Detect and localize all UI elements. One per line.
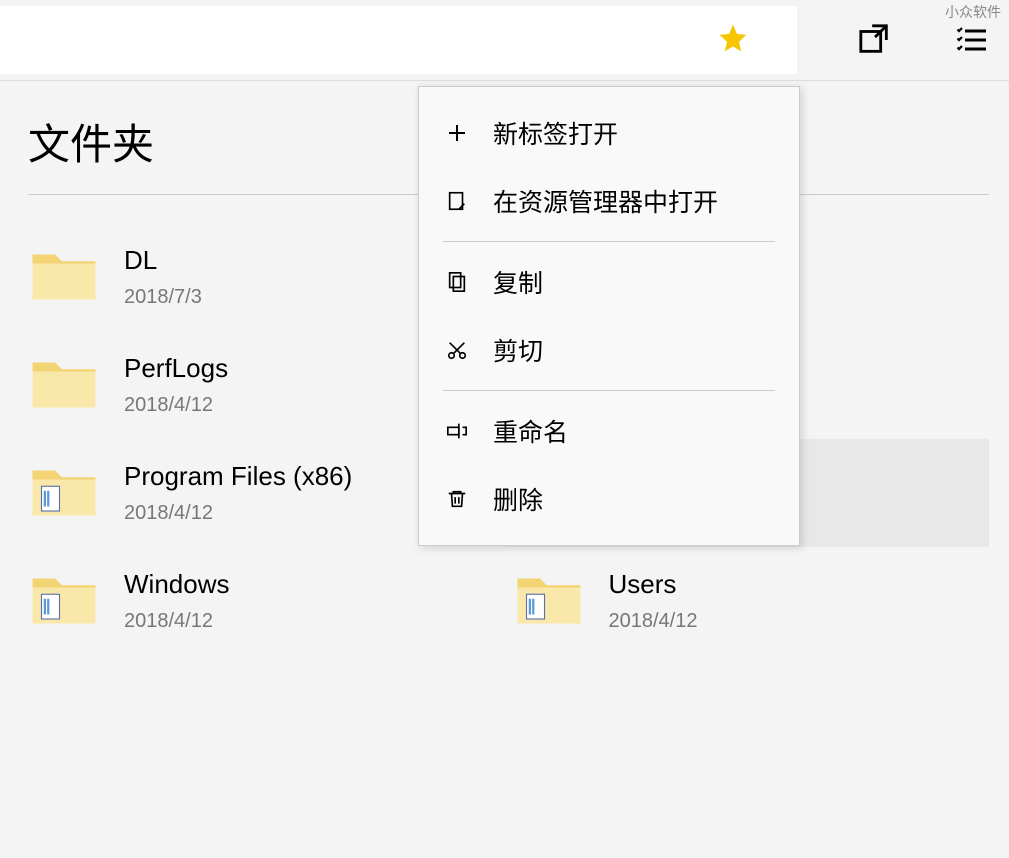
copy-icon xyxy=(443,268,471,296)
folder-date: 2018/4/12 xyxy=(609,610,698,633)
menu-label: 剪切 xyxy=(493,332,543,368)
context-menu: 新标签打开 在资源管理器中打开 复制 剪切 xyxy=(418,86,800,546)
folder-name: Users xyxy=(609,569,698,600)
explorer-icon xyxy=(443,187,471,215)
watermark-text: 小众软件 xyxy=(945,2,1001,22)
menu-divider xyxy=(443,390,775,391)
plus-icon xyxy=(443,119,471,147)
rename-icon xyxy=(443,417,471,445)
folder-info: Users 2018/4/12 xyxy=(609,569,698,633)
folder-info: DL 2018/7/3 xyxy=(124,245,202,309)
menu-open-explorer[interactable]: 在资源管理器中打开 xyxy=(419,167,799,235)
menu-label: 在资源管理器中打开 xyxy=(493,183,718,219)
folder-name: DL xyxy=(124,245,202,276)
cut-icon xyxy=(443,336,471,364)
folder-icon xyxy=(28,241,100,313)
menu-label: 删除 xyxy=(493,481,543,517)
folder-date: 2018/4/12 xyxy=(124,610,229,633)
folder-icon xyxy=(28,349,100,421)
folder-date: 2018/4/12 xyxy=(124,394,228,417)
menu-copy[interactable]: 复制 xyxy=(419,248,799,316)
folder-item[interactable]: Windows 2018/4/12 xyxy=(20,547,505,655)
folder-icon xyxy=(513,565,585,637)
folder-date: 2018/7/3 xyxy=(124,286,202,309)
folder-info: Windows 2018/4/12 xyxy=(124,569,229,633)
folder-icon xyxy=(28,565,100,637)
menu-new-tab[interactable]: 新标签打开 xyxy=(419,99,799,167)
menu-rename[interactable]: 重命名 xyxy=(419,397,799,465)
menu-divider xyxy=(443,241,775,242)
open-new-window-icon[interactable] xyxy=(857,22,893,58)
favorite-star-icon[interactable] xyxy=(717,22,749,54)
folder-icon xyxy=(28,457,100,529)
folder-name: Program Files (x86) xyxy=(124,461,352,492)
folder-name: Windows xyxy=(124,569,229,600)
folder-item[interactable]: Users 2018/4/12 xyxy=(505,547,990,655)
menu-label: 复制 xyxy=(493,264,543,300)
trash-icon xyxy=(443,485,471,513)
menu-delete[interactable]: 删除 xyxy=(419,465,799,533)
menu-label: 新标签打开 xyxy=(493,115,618,151)
address-input[interactable] xyxy=(0,6,797,74)
folder-name: PerfLogs xyxy=(124,353,228,384)
menu-list-icon[interactable] xyxy=(953,22,989,58)
folder-info: Program Files (x86) 2018/4/12 xyxy=(124,461,352,525)
menu-cut[interactable]: 剪切 xyxy=(419,316,799,384)
menu-label: 重命名 xyxy=(493,413,568,449)
top-bar: 小众软件 xyxy=(0,0,1009,80)
folder-info: PerfLogs 2018/4/12 xyxy=(124,353,228,417)
folder-date: 2018/4/12 xyxy=(124,502,352,525)
